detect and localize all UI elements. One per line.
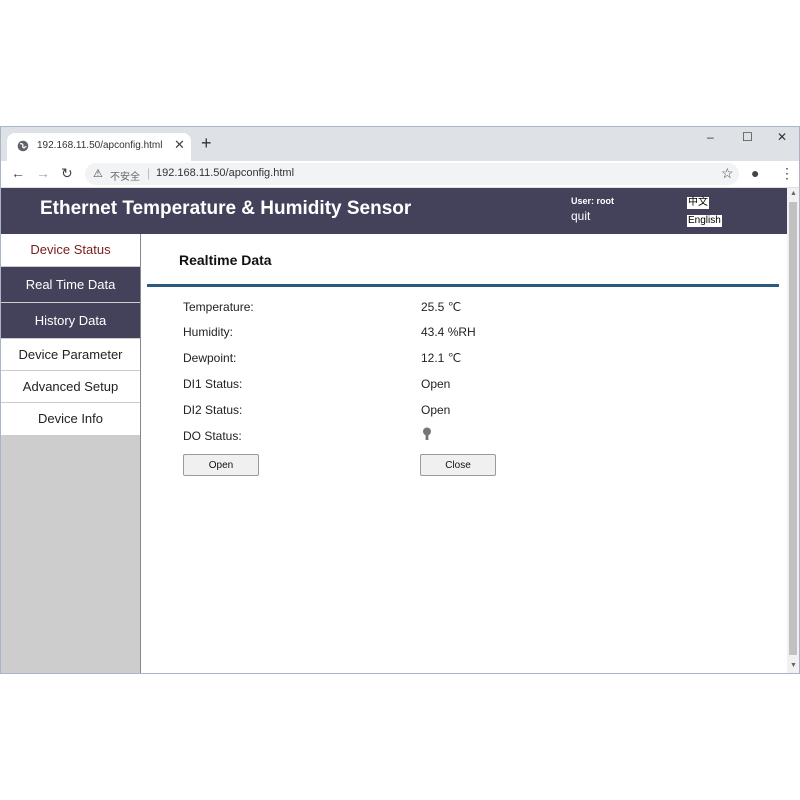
minimize-icon[interactable]: –: [707, 130, 714, 144]
sidebar-item-device-info[interactable]: Device Info: [1, 403, 140, 436]
tab-strip: 192.168.11.50/apconfig.html ✕ + – ☐ ✕: [1, 127, 799, 161]
insecure-label: 不安全: [110, 172, 140, 183]
new-tab-icon[interactable]: +: [201, 134, 212, 152]
section-title: Realtime Data: [179, 252, 272, 268]
main-content: Realtime Data Temperature: 25.5 ℃ Humidi…: [141, 234, 787, 673]
maximize-icon[interactable]: ☐: [742, 130, 753, 144]
lang-zh-button[interactable]: 中文: [687, 197, 709, 209]
sidebar-item-device-status[interactable]: Device Status: [1, 234, 140, 267]
open-button[interactable]: Open: [183, 454, 259, 476]
bulb-icon: [423, 427, 431, 440]
humidity-label: Humidity:: [183, 325, 234, 339]
page-title: Ethernet Temperature & Humidity Sensor: [40, 198, 412, 219]
browser-tab[interactable]: 192.168.11.50/apconfig.html ✕: [7, 133, 191, 161]
globe-icon: [17, 140, 29, 152]
address-bar[interactable]: ⚠ 不安全 | 192.168.11.50/apconfig.html: [85, 163, 739, 185]
close-button[interactable]: Close: [420, 454, 496, 476]
sidebar-item-history-data[interactable]: History Data: [1, 303, 140, 338]
di1-status-label: DI1 Status:: [183, 377, 243, 391]
tab-title: 192.168.11.50/apconfig.html: [37, 140, 163, 151]
url-text[interactable]: 192.168.11.50/apconfig.html: [156, 167, 294, 179]
warning-icon: ⚠: [93, 168, 103, 180]
temperature-label: Temperature:: [183, 300, 254, 314]
browser-window: 192.168.11.50/apconfig.html ✕ + – ☐ ✕ ← …: [0, 126, 800, 674]
scrollbar-thumb[interactable]: [789, 202, 797, 655]
section-divider: [147, 284, 779, 287]
di1-status-value: Open: [421, 377, 451, 391]
window-close-icon[interactable]: ✕: [777, 130, 787, 144]
lang-en-button[interactable]: English: [687, 215, 722, 227]
scroll-down-icon[interactable]: ▼: [790, 662, 797, 669]
scrollbar[interactable]: ▲ ▼: [787, 188, 799, 673]
quit-link[interactable]: quit: [571, 209, 590, 223]
page-header: Ethernet Temperature & Humidity Sensor U…: [1, 188, 787, 234]
forward-icon[interactable]: →: [36, 165, 50, 181]
sidebar: Device Status Real Time Data History Dat…: [1, 234, 141, 673]
sidebar-item-device-parameter[interactable]: Device Parameter: [1, 339, 140, 371]
reload-icon[interactable]: ↻: [61, 165, 73, 181]
temperature-value: 25.5 ℃: [421, 300, 462, 314]
do-status-label: DO Status:: [183, 429, 242, 443]
dewpoint-label: Dewpoint:: [183, 351, 237, 365]
di2-status-value: Open: [421, 403, 451, 417]
dewpoint-value: 12.1 ℃: [421, 351, 462, 365]
back-icon[interactable]: ←: [11, 165, 25, 181]
di2-status-label: DI2 Status:: [183, 403, 243, 417]
tab-close-icon[interactable]: ✕: [174, 137, 185, 153]
sidebar-item-advanced-setup[interactable]: Advanced Setup: [1, 371, 140, 403]
user-label: User: root: [571, 196, 615, 206]
separator: |: [147, 166, 151, 180]
bookmark-star-icon[interactable]: ☆: [721, 165, 734, 181]
page-viewport: Ethernet Temperature & Humidity Sensor U…: [1, 188, 787, 673]
scroll-up-icon[interactable]: ▲: [790, 190, 797, 197]
account-icon[interactable]: ●: [751, 165, 759, 181]
sidebar-item-real-time-data[interactable]: Real Time Data: [1, 267, 140, 302]
humidity-value: 43.4 %RH: [421, 325, 476, 339]
browser-toolbar: ← → ↻ ⚠ 不安全 | 192.168.11.50/apconfig.htm…: [1, 161, 799, 188]
menu-icon[interactable]: ⋮: [780, 165, 794, 181]
